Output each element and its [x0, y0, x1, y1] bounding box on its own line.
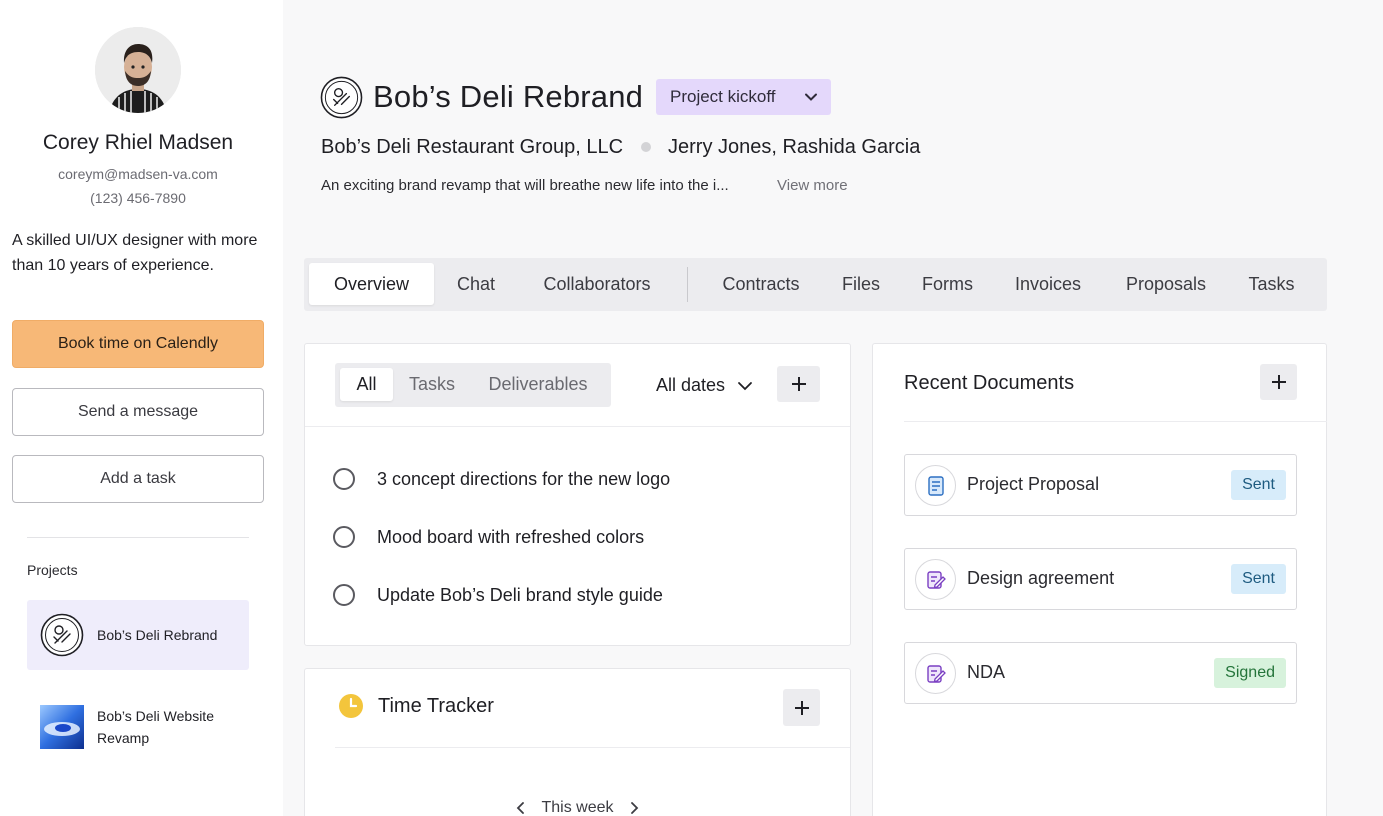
contract-edit-icon: [915, 559, 956, 600]
date-filter-select[interactable]: All dates: [656, 375, 753, 396]
contract-edit-icon: [915, 653, 956, 694]
project-stage-label: Project kickoff: [670, 87, 776, 106]
profile-bio: A skilled UI/UX designer with more than …: [12, 232, 258, 274]
recent-documents-panel: Recent Documents Project Proposal Sent D…: [872, 343, 1327, 816]
profile-name: Corey Rhiel Madsen: [42, 131, 234, 154]
proposal-document-icon: [915, 465, 956, 506]
document-name: Design agreement: [967, 568, 1115, 588]
deliverable-row[interactable]: Update Bob’s Deli brand style guide: [333, 578, 663, 612]
document-name: NDA: [967, 662, 1006, 682]
tab-proposals[interactable]: Proposals: [1112, 263, 1220, 305]
page-title: Bob’s Deli Rebrand: [373, 79, 644, 114]
time-tracker-panel: Time Tracker This week: [304, 668, 851, 816]
profile-email: coreym@madsen-va.com: [58, 166, 218, 182]
project-item-label: Bob’s Deli Rebrand: [97, 627, 218, 643]
chevron-down-icon: [738, 381, 752, 390]
avatar: [95, 27, 181, 113]
project-tabs: Overview Chat Collaborators Contracts Fi…: [304, 258, 1327, 311]
rebrand-logo-icon: [40, 613, 84, 657]
send-message-button[interactable]: Send a message: [12, 388, 264, 436]
date-filter-label: All dates: [656, 375, 726, 395]
separator-dot: [641, 142, 651, 152]
tab-invoices[interactable]: Invoices: [1002, 263, 1094, 305]
project-item-bobs-deli-rebrand[interactable]: Bob’s Deli Rebrand: [27, 600, 249, 670]
recent-documents-title: Recent Documents: [904, 372, 1075, 394]
filter-deliverables[interactable]: Deliverables: [476, 368, 600, 401]
tab-divider: [687, 267, 688, 302]
tab-tasks[interactable]: Tasks: [1238, 263, 1305, 305]
deliverables-filter: All Tasks Deliverables: [335, 363, 611, 407]
time-tracker-title: Time Tracker: [378, 695, 494, 717]
collaborator-names: Jerry Jones, Rashida Garcia: [668, 136, 921, 158]
week-navigator: This week: [305, 799, 850, 816]
profile-phone: (123) 456-7890: [90, 190, 186, 206]
project-stage-dropdown[interactable]: Project kickoff: [656, 79, 831, 115]
panel-divider: [335, 747, 850, 748]
document-name: Project Proposal: [967, 474, 1100, 494]
panel-divider: [305, 426, 850, 427]
task-checkbox[interactable]: [333, 584, 355, 606]
chevron-left-icon[interactable]: [515, 802, 527, 814]
deliverable-row[interactable]: Mood board with refreshed colors: [333, 520, 644, 554]
add-document-button[interactable]: [1260, 364, 1297, 400]
deliverable-label: Mood board with refreshed colors: [377, 526, 645, 547]
project-description: An exciting brand revamp that will breat…: [321, 177, 729, 194]
plus-icon: [791, 377, 806, 391]
task-checkbox[interactable]: [333, 526, 355, 548]
deliverable-label: 3 concept directions for the new logo: [377, 468, 671, 489]
tab-forms[interactable]: Forms: [910, 263, 985, 305]
plus-icon: [794, 700, 809, 715]
deliverables-panel: All Tasks Deliverables All dates 3 conce…: [304, 343, 851, 646]
filter-all[interactable]: All: [340, 368, 393, 401]
document-card[interactable]: Project Proposal Sent: [904, 454, 1297, 516]
projects-heading: Projects: [27, 562, 78, 578]
add-deliverable-button[interactable]: [777, 366, 820, 402]
project-logo-icon: [320, 76, 363, 119]
book-calendly-button[interactable]: Book time on Calendly: [12, 320, 264, 368]
status-badge: Sent: [1231, 470, 1286, 500]
website-thumbnail-icon: [40, 705, 84, 749]
view-more-link[interactable]: View more: [777, 177, 848, 194]
tab-overview[interactable]: Overview: [309, 263, 434, 305]
filter-tasks[interactable]: Tasks: [401, 368, 463, 401]
profile-sidebar: Corey Rhiel Madsen coreym@madsen-va.com …: [0, 0, 283, 816]
deliverable-row[interactable]: 3 concept directions for the new logo: [333, 462, 670, 496]
tab-chat[interactable]: Chat: [441, 263, 511, 305]
project-item-label: Bob’s Deli Website Revamp: [97, 708, 214, 746]
tab-contracts[interactable]: Contracts: [706, 263, 816, 305]
project-item-bobs-deli-website[interactable]: Bob’s Deli Website Revamp: [27, 693, 249, 761]
chevron-down-icon: [805, 93, 817, 101]
task-checkbox[interactable]: [333, 468, 355, 490]
document-card[interactable]: NDA Signed: [904, 642, 1297, 704]
document-card[interactable]: Design agreement Sent: [904, 548, 1297, 610]
deliverable-label: Update Bob’s Deli brand style guide: [377, 584, 663, 605]
sidebar-divider: [27, 537, 249, 538]
add-task-button[interactable]: Add a task: [12, 455, 264, 503]
chevron-right-icon[interactable]: [628, 802, 640, 814]
week-label: This week: [541, 799, 614, 816]
add-time-entry-button[interactable]: [783, 689, 820, 726]
tab-collaborators[interactable]: Collaborators: [526, 263, 668, 305]
status-badge: Signed: [1214, 658, 1286, 688]
clock-icon: [339, 694, 363, 718]
tab-files[interactable]: Files: [829, 263, 893, 305]
status-badge: Sent: [1231, 564, 1286, 594]
plus-icon: [1271, 375, 1286, 389]
panel-divider: [904, 421, 1327, 422]
client-name: Bob’s Deli Restaurant Group, LLC: [321, 136, 624, 158]
